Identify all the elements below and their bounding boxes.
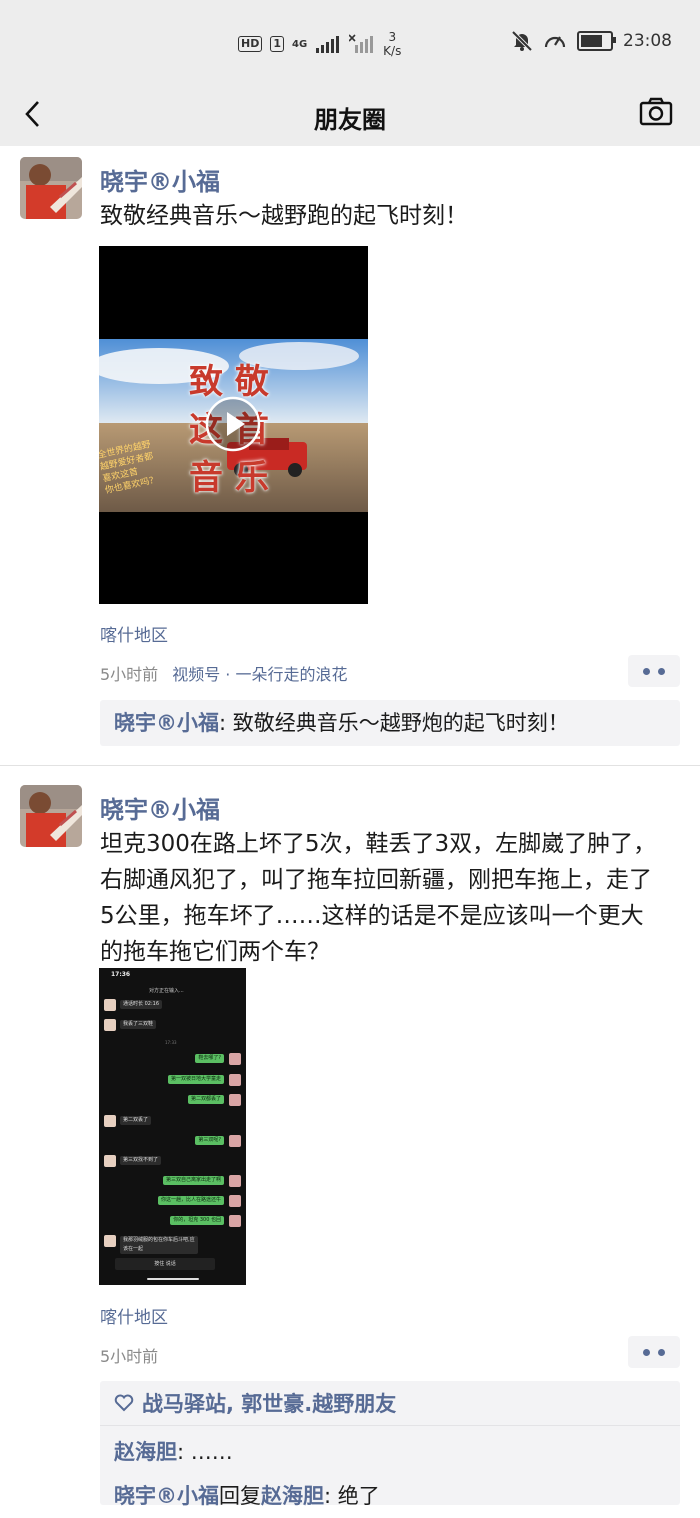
heart-icon — [114, 1394, 134, 1412]
comment-sep: : — [324, 1484, 338, 1508]
contact-avatar — [104, 1115, 116, 1127]
more-button[interactable] — [628, 1336, 680, 1368]
screenshot-header: 对方正在输入... — [149, 988, 184, 994]
video-thumbnail[interactable]: 致 敬 这 首 音 乐 全世界的越野 越野爱好者都 喜欢这首 你也喜欢吗？ — [99, 246, 368, 604]
post-text: 致敬经典音乐～越野跑的起飞时刻！ — [100, 203, 468, 229]
voice-input-bar: 按住 说话 — [115, 1258, 215, 1270]
my-avatar — [229, 1094, 241, 1106]
battery-fill — [581, 35, 603, 47]
sim-badge: 1 — [270, 36, 284, 52]
reply-word: 回复 — [219, 1484, 261, 1508]
chat-bubble: 第三双呢? — [195, 1136, 224, 1145]
avatar-image — [20, 785, 82, 847]
chat-bubble: 第三双找不到了 — [120, 1156, 162, 1165]
signal-no-sim-icon — [349, 34, 374, 53]
chat-bubble: 第二双丢了 — [120, 1116, 152, 1125]
net-speed-value: 3 — [388, 30, 397, 44]
avatar-image — [20, 157, 82, 219]
comment-sep: : — [219, 711, 233, 735]
my-avatar — [229, 1053, 241, 1065]
contact-avatar — [104, 1235, 116, 1247]
comment-content: 致敬经典音乐～越野炮的起飞时刻！ — [232, 711, 569, 735]
network-label: 4G — [292, 38, 308, 50]
signal-icon — [316, 36, 340, 53]
post-time: 5小时前 — [100, 1347, 159, 1366]
more-dot-icon — [643, 668, 650, 675]
more-dot-icon — [658, 1349, 665, 1356]
bell-muted-icon — [511, 30, 533, 52]
likes-row: 战马驿站, 郭世豪.越野朋友 — [100, 1381, 680, 1426]
clock: 23:08 — [623, 31, 672, 51]
screenshot-time: 17:36 — [111, 971, 131, 978]
more-button[interactable] — [628, 655, 680, 687]
nav-bar: 朋友圈 — [0, 82, 700, 146]
my-avatar — [229, 1215, 241, 1227]
more-dot-icon — [658, 668, 665, 675]
hd-badge: HD — [238, 36, 263, 52]
author-name[interactable]: 晓宇®小福 — [100, 790, 220, 825]
status-right: 23:08 — [511, 30, 672, 52]
comment-content: 绝了 — [337, 1484, 380, 1508]
my-avatar — [229, 1074, 241, 1086]
comment[interactable]: 赵海胆: …… — [100, 1430, 680, 1474]
comment-sep: : — [177, 1440, 191, 1464]
avatar[interactable] — [20, 157, 82, 219]
page-title: 朋友圈 — [314, 106, 386, 134]
voice-input-hint: 按住 说话 — [154, 1261, 176, 1267]
chat-bubble: 鞋去哪了? — [195, 1054, 224, 1063]
camera-icon[interactable] — [638, 94, 674, 130]
my-avatar — [229, 1175, 241, 1187]
comment-box: 晓宇®小福: 致敬经典音乐～越野炮的起飞时刻！ — [100, 700, 680, 746]
channel-source[interactable]: 视频号 · 一朵行走的浪花 — [172, 665, 347, 684]
reply-to-nick[interactable]: 赵海胆 — [261, 1484, 324, 1508]
chat-bubble: 你的，坦克 300 也回 — [170, 1216, 224, 1225]
chat-bubble: 我丢了三双鞋 — [120, 1020, 157, 1029]
post-text: 坦克300在路上坏了5次，鞋丢了3双，左脚崴了肿了，右脚通风犯了，叫了拖车拉回新… — [100, 831, 657, 965]
comment-reply[interactable]: 晓宇®小福回复赵海胆: 绝了 — [100, 1474, 680, 1518]
chat-screenshot[interactable]: 17:36 对方正在输入... 通话时长 02:16 我丢了三双鞋 17:33 … — [99, 968, 246, 1285]
author-name[interactable]: 晓宇®小福 — [100, 162, 220, 197]
post-divider — [0, 765, 700, 766]
speedometer-icon — [544, 36, 566, 48]
status-bar: HD 1 4G 3 K/s 23:08 — [0, 0, 700, 82]
chat-bubble: 第二双都丢了 — [187, 1095, 224, 1104]
play-icon[interactable] — [205, 396, 261, 452]
comment-nick[interactable]: 晓宇®小福 — [114, 1484, 219, 1508]
chat-bubble: 你这一趟，比人在路途还牛 — [157, 1196, 224, 1205]
divider-time: 17:33 — [165, 1040, 177, 1045]
contact-avatar — [104, 1019, 116, 1031]
post-time: 5小时前 — [100, 665, 159, 684]
chat-bubble: 第三双自己离家出走了啊 — [162, 1176, 224, 1185]
comment[interactable]: 晓宇®小福: 致敬经典音乐～越野炮的起飞时刻！ — [100, 700, 680, 746]
call-bubble: 通话时长 02:16 — [120, 1000, 162, 1009]
likes-comments-box: 战马驿站, 郭世豪.越野朋友 赵海胆: …… 晓宇®小福回复赵海胆: 绝了 — [100, 1381, 680, 1508]
post-meta: 5小时前 — [100, 1343, 158, 1367]
contact-avatar — [104, 999, 116, 1011]
my-avatar — [229, 1195, 241, 1207]
post-meta: 5小时前 视频号 · 一朵行走的浪花 — [100, 661, 347, 685]
comment-content: …… — [190, 1440, 233, 1464]
more-dot-icon — [643, 1349, 650, 1356]
comment-nick[interactable]: 赵海胆 — [114, 1440, 177, 1464]
battery-icon — [577, 31, 616, 51]
location[interactable]: 喀什地区 — [100, 621, 168, 646]
net-speed: 3 K/s — [383, 30, 401, 58]
avatar[interactable] — [20, 785, 82, 847]
chat-bubble: 我那羽绒服的包在你车后斗吧,应该在一起 — [120, 1236, 198, 1254]
likes-list[interactable]: 战马驿站, 郭世豪.越野朋友 — [142, 1388, 396, 1418]
comment-nick[interactable]: 晓宇®小福 — [114, 711, 219, 735]
contact-avatar — [104, 1155, 116, 1167]
my-avatar — [229, 1135, 241, 1147]
status-center: HD 1 4G 3 K/s — [238, 28, 401, 60]
chat-bubble: 第一双被日地大学童走 — [167, 1075, 224, 1084]
home-indicator — [147, 1278, 199, 1280]
location[interactable]: 喀什地区 — [100, 1303, 168, 1328]
net-speed-unit: K/s — [383, 44, 402, 58]
